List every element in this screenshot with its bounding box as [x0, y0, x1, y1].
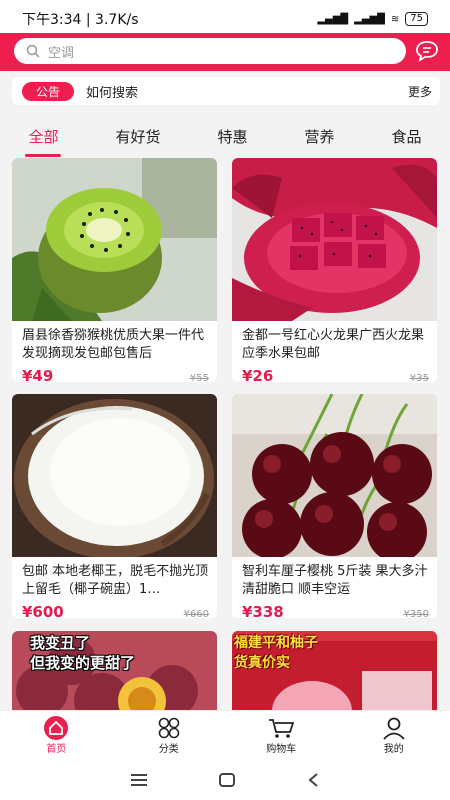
tabbar-mine-label: 我的	[383, 744, 404, 755]
product-card[interactable]: 包邮 本地老椰王，脱毛不抛光顶上留毛（椰子碗盅）1… ¥600 ¥660	[12, 394, 217, 618]
product-prices: ¥338 ¥350	[232, 601, 437, 618]
product-image-coconut[interactable]	[12, 394, 217, 557]
search-placeholder: 空调	[48, 45, 75, 61]
product-image-overlay-text: 福建平和柚子 货真价实	[234, 635, 318, 671]
tabbar-home[interactable]: 首页	[21, 711, 91, 760]
home-square-icon[interactable]	[218, 772, 236, 788]
signal-icon-2: ▂▄▆█	[354, 13, 385, 25]
category-icon	[158, 717, 180, 739]
status-time: 下午3:34 | 3.7K/s	[22, 12, 139, 28]
product-title: 眉县徐香猕猴桃优质大果一件代发现摘现发包邮包售后	[22, 328, 205, 361]
battery-icon: 75	[405, 12, 428, 26]
tabbar-cart-label: 购物车	[266, 744, 297, 755]
tabbar-cart[interactable]: 购物车	[246, 711, 316, 760]
product-old-price: ¥350	[403, 609, 429, 618]
product-image-overlay-text: 我变丑了 但我变的更甜了	[30, 634, 136, 672]
product-image-dragon-fruit[interactable]	[232, 158, 437, 321]
announcement-badge: 公告	[22, 81, 75, 101]
message-button[interactable]	[414, 39, 440, 63]
product-card[interactable]: 眉县徐香猕猴桃优质大果一件代发现摘现发包邮包售后 ¥49 ¥55	[12, 158, 217, 382]
tab-all[interactable]: 全部	[24, 124, 62, 149]
tab-food[interactable]: 食品	[387, 124, 425, 149]
bottom-tab-bar: 首页 分类 购物车 我的	[0, 710, 450, 760]
cart-icon	[269, 719, 295, 738]
system-nav-bar	[0, 760, 450, 800]
product-old-price: ¥55	[189, 373, 209, 382]
product-prices: ¥600 ¥660	[12, 601, 217, 618]
menu-icon[interactable]	[130, 773, 148, 787]
product-card[interactable]: 我变丑了 但我变的更甜了	[12, 631, 217, 710]
tab-special-offer[interactable]: 特惠	[213, 124, 251, 149]
product-image-pomelo[interactable]: 福建平和柚子 货真价实	[232, 631, 437, 710]
product-prices: ¥49 ¥55	[12, 365, 217, 382]
home-icon	[44, 716, 69, 740]
product-image-cherries[interactable]	[232, 394, 437, 557]
chat-icon	[416, 41, 438, 62]
product-image-kiwi[interactable]	[12, 158, 217, 321]
announcement-bar[interactable]: 公告 如何搜索 更多	[12, 77, 440, 105]
product-price: ¥26	[242, 367, 274, 382]
product-title: 包邮 本地老椰王，脱毛不抛光顶上留毛（椰子碗盅）1…	[22, 564, 209, 597]
product-title: 金都一号红心火龙果广西火龙果应季水果包邮	[242, 328, 425, 361]
product-image-passion-fruit[interactable]: 我变丑了 但我变的更甜了	[12, 631, 217, 710]
product-price: ¥49	[22, 367, 54, 382]
announcement-text[interactable]: 如何搜索	[86, 82, 408, 101]
product-card[interactable]: 智利车厘子樱桃 5斤装 果大多汁 清甜脆口 顺丰空运 ¥338 ¥350	[232, 394, 437, 618]
user-icon	[383, 717, 405, 740]
signal-icon-1: ▂▄▆█	[317, 13, 349, 25]
product-old-price: ¥660	[183, 609, 209, 618]
product-title: 智利车厘子樱桃 5斤装 果大多汁 清甜脆口 顺丰空运	[242, 564, 428, 597]
product-grid: 眉县徐香猕猴桃优质大果一件代发现摘现发包邮包售后 ¥49 ¥55 金都一号红心火…	[12, 158, 439, 710]
wifi-icon: ≋	[390, 13, 400, 25]
tabbar-home-label: 首页	[46, 744, 67, 755]
product-card[interactable]: 福建平和柚子 货真价实	[232, 631, 437, 710]
back-icon[interactable]	[306, 772, 320, 788]
tabbar-category-label: 分类	[158, 744, 179, 755]
product-prices: ¥26 ¥35	[232, 365, 437, 382]
search-input[interactable]: 空调	[14, 38, 406, 64]
tabbar-mine[interactable]: 我的	[359, 711, 429, 760]
tabbar-category[interactable]: 分类	[134, 711, 204, 760]
product-card[interactable]: 金都一号红心火龙果广西火龙果应季水果包邮 ¥26 ¥35	[232, 158, 437, 382]
category-tabs: 全部 有好货 特惠 营养 食品	[0, 116, 450, 156]
product-old-price: ¥35	[409, 373, 429, 382]
search-icon	[26, 44, 40, 58]
product-price: ¥338	[242, 603, 284, 618]
tab-nutrition[interactable]: 营养	[300, 124, 338, 149]
product-price: ¥600	[22, 603, 64, 618]
tab-good-goods[interactable]: 有好货	[111, 124, 164, 149]
more-link[interactable]: 更多	[408, 83, 432, 100]
status-icons: ▂▄▆█ ▂▄▆█ ≋ 75	[317, 12, 428, 26]
